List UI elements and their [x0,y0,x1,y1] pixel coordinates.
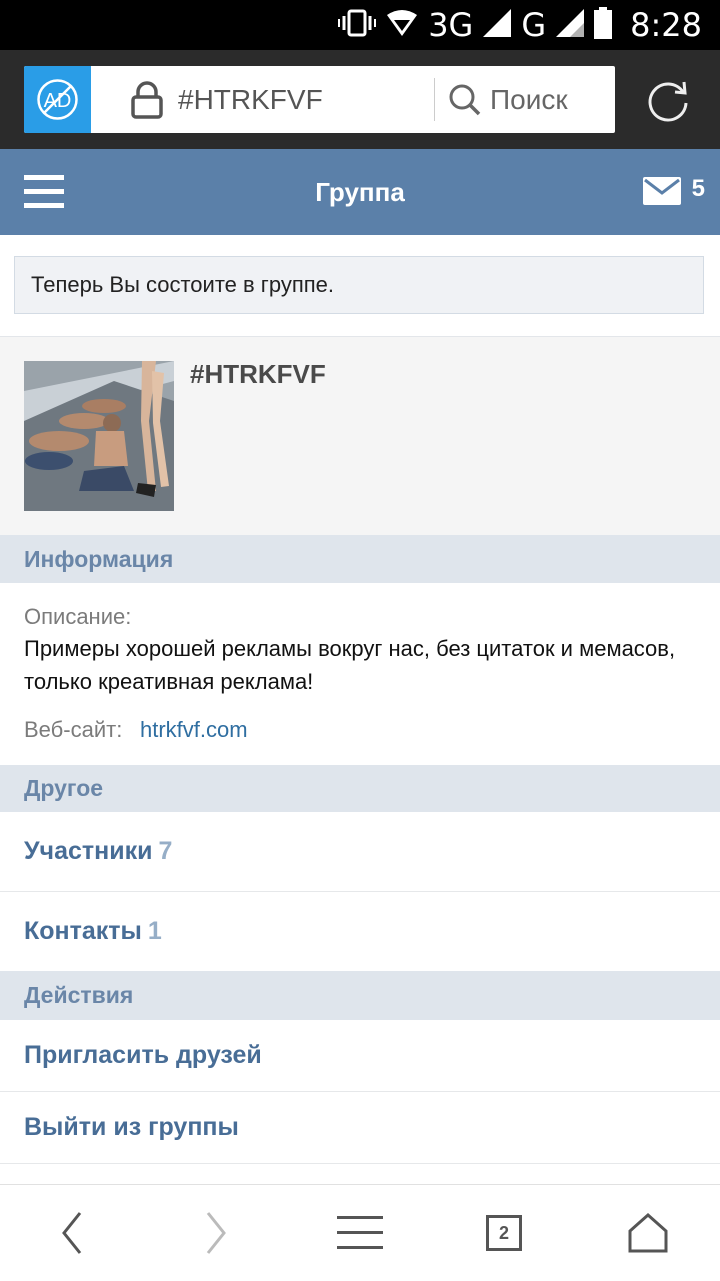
members-label: Участники [24,837,153,865]
messages-icon[interactable] [643,177,681,210]
contacts-link[interactable]: Контакты 1 [0,892,720,971]
network-type-g: G [521,6,547,44]
svg-text:AD: AD [44,90,72,112]
group-info-block: #HTRKFVF [0,337,720,535]
messages-count-badge[interactable]: 5 [692,149,705,229]
join-notice: Теперь Вы состоите в группе. [14,256,704,314]
adblock-button[interactable]: AD [24,66,91,133]
home-icon [628,1213,668,1253]
section-header-actions: Действия [0,971,720,1020]
vibrate-icon [338,8,377,43]
forward-arrow-icon [206,1212,226,1254]
signal-icon [483,8,512,42]
url-text[interactable]: #HTRKFVF [178,66,323,133]
forward-button[interactable] [174,1185,258,1281]
tabs-button[interactable]: 2 [462,1185,546,1281]
menu-icon [337,1216,383,1249]
search-icon [448,83,482,122]
clock: 8:28 [630,6,702,44]
app-header: Группа 5 [0,149,720,235]
contacts-label: Контакты [24,917,142,945]
search-input[interactable]: Поиск [490,66,568,133]
signal-icon [556,8,585,42]
tabs-count-icon: 2 [486,1215,522,1251]
group-name: #HTRKFVF [190,359,326,389]
divider [0,1163,720,1164]
section-header-info: Информация [0,535,720,583]
browser-bottom-bar: 2 [0,1184,720,1281]
section-header-other: Другое [0,765,720,812]
group-avatar[interactable] [24,361,174,511]
members-link[interactable]: Участники 7 [0,812,720,891]
leave-group-link[interactable]: Выйти из группы [0,1092,720,1163]
website-label: Веб-сайт: [24,717,123,742]
page-title: Группа [315,177,405,207]
network-type-3g: 3G [428,6,474,44]
address-bar[interactable]: AD #HTRKFVF Поиск [24,66,615,133]
description-text: Примеры хорошей рекламы вокруг нас, без … [24,636,676,694]
contacts-count: 1 [147,917,162,945]
invite-friends-link[interactable]: Пригласить друзей [0,1020,720,1091]
browser-toolbar: AD #HTRKFVF Поиск [0,50,720,149]
menu-button[interactable] [318,1185,402,1281]
lock-icon [130,81,164,124]
description-label: Описание: [24,604,132,629]
website-link[interactable]: htrkfvf.com [140,717,248,743]
home-button[interactable] [606,1185,690,1281]
status-bar: 3G G 8:28 [0,0,720,50]
adblock-icon: AD [37,79,78,120]
reload-icon[interactable] [645,78,691,129]
back-arrow-icon [62,1212,82,1254]
battery-icon [594,6,613,44]
wifi-icon [386,9,418,42]
divider [434,78,435,121]
members-count: 7 [158,837,173,865]
back-button[interactable] [30,1185,114,1281]
